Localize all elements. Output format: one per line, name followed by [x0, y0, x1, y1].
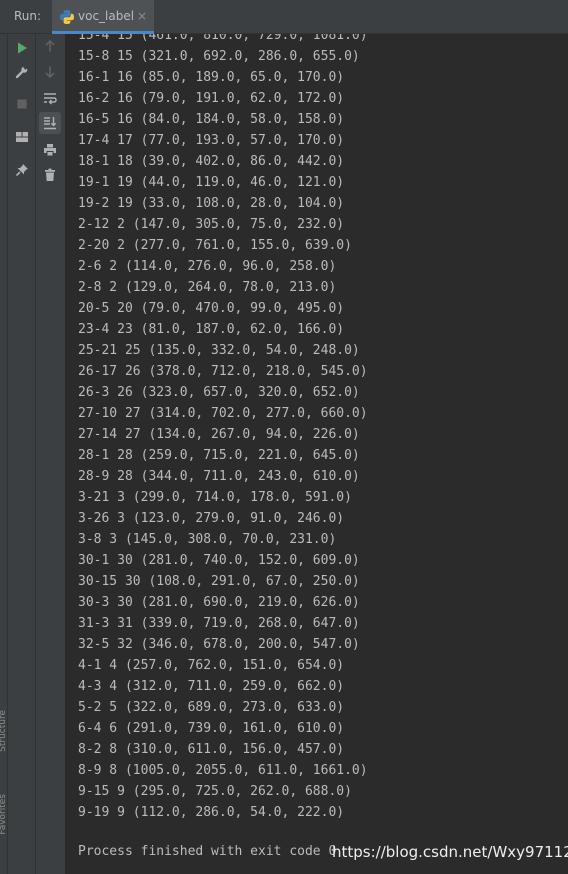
console-line: 2-20 2 (277.0, 761.0, 155.0, 639.0): [78, 238, 352, 253]
console-line: 27-14 27 (134.0, 267.0, 94.0, 226.0): [78, 427, 360, 442]
clear-all-button[interactable]: [39, 164, 61, 186]
console-line: 9-19 9 (112.0, 286.0, 54.0, 222.0): [78, 805, 345, 820]
soft-wrap-button[interactable]: [39, 87, 61, 109]
next-occurrence-button[interactable]: [39, 61, 61, 83]
edit-configuration-button[interactable]: [11, 61, 33, 83]
arrow-down-icon: [45, 66, 55, 79]
console-line: 15-8 15 (321.0, 692.0, 286.0, 655.0): [78, 49, 360, 64]
console-line: 4-1 4 (257.0, 762.0, 151.0, 654.0): [78, 658, 345, 673]
tab-title: voc_label: [78, 9, 135, 23]
tab-voc-label[interactable]: voc_label ×: [52, 0, 154, 34]
console-line: 30-3 30 (281.0, 690.0, 219.0, 626.0): [78, 595, 360, 610]
console-lines: 15-4 15 (461.0, 810.0, 729.0, 1081.0) 15-…: [78, 34, 368, 823]
run-label: Run:: [14, 9, 42, 23]
wrench-icon: [15, 65, 28, 79]
console-line: 28-9 28 (344.0, 711.0, 243.0, 610.0): [78, 469, 360, 484]
console-line: 8-9 8 (1005.0, 2055.0, 611.0, 1661.0): [78, 763, 368, 778]
favorites-tool-tab[interactable]: Favorites: [0, 794, 8, 835]
console-line: 3-21 3 (299.0, 714.0, 178.0, 591.0): [78, 490, 352, 505]
previous-occurrence-button[interactable]: [39, 35, 61, 57]
scroll-to-end-button[interactable]: [39, 112, 61, 134]
run-tool-window-header: Run: voc_label ×: [0, 0, 568, 34]
console-line: 3-26 3 (123.0, 279.0, 91.0, 246.0): [78, 511, 345, 526]
console-line: 30-1 30 (281.0, 740.0, 152.0, 609.0): [78, 553, 360, 568]
console-line: 27-10 27 (314.0, 702.0, 277.0, 660.0): [78, 406, 368, 421]
console-line: 15-4 15 (461.0, 810.0, 729.0, 1081.0): [78, 34, 368, 43]
console-line: 23-4 23 (81.0, 187.0, 62.0, 166.0): [78, 322, 345, 337]
console-line: 8-2 8 (310.0, 611.0, 156.0, 457.0): [78, 742, 345, 757]
console-line: 9-15 9 (295.0, 725.0, 262.0, 688.0): [78, 784, 352, 799]
console-line: 6-4 6 (291.0, 739.0, 161.0, 610.0): [78, 721, 345, 736]
stop-icon: [17, 99, 27, 109]
scroll-to-end-icon: [44, 117, 57, 130]
console-line: 32-5 32 (346.0, 678.0, 200.0, 547.0): [78, 637, 360, 652]
console-line: 3-8 3 (145.0, 308.0, 70.0, 231.0): [78, 532, 337, 547]
print-button[interactable]: [39, 139, 61, 161]
console-line: 20-5 20 (79.0, 470.0, 99.0, 495.0): [78, 301, 345, 316]
arrow-up-icon: [45, 39, 55, 52]
pin-icon: [15, 164, 28, 177]
console-line: 2-12 2 (147.0, 305.0, 75.0, 232.0): [78, 217, 345, 232]
side-tool-strip: Structure Favorites: [0, 34, 8, 874]
soft-wrap-icon: [44, 93, 57, 105]
trash-icon: [45, 168, 55, 181]
play-icon: [18, 42, 27, 54]
run-toolbar-secondary: [36, 34, 66, 874]
pin-tab-button[interactable]: [11, 159, 33, 181]
console-line: 16-5 16 (84.0, 184.0, 58.0, 158.0): [78, 112, 345, 127]
console-line: 5-2 5 (322.0, 689.0, 273.0, 633.0): [78, 700, 345, 715]
console-line: 19-2 19 (33.0, 108.0, 28.0, 104.0): [78, 196, 345, 211]
stop-button[interactable]: [11, 93, 33, 115]
python-icon: [59, 9, 75, 25]
run-toolbar-primary: [8, 34, 36, 874]
console-line: 16-2 16 (79.0, 191.0, 62.0, 172.0): [78, 91, 345, 106]
restore-layout-button[interactable]: [11, 126, 33, 148]
console-line: 25-21 25 (135.0, 332.0, 54.0, 248.0): [78, 343, 360, 358]
console-line: 4-3 4 (312.0, 711.0, 259.0, 662.0): [78, 679, 345, 694]
console-line: 19-1 19 (44.0, 119.0, 46.0, 121.0): [78, 175, 345, 190]
console-line: 31-3 31 (339.0, 719.0, 268.0, 647.0): [78, 616, 360, 631]
watermark: https://blog.csdn.net/Wxy971122: [332, 843, 568, 861]
console-line: 2-6 2 (114.0, 276.0, 96.0, 258.0): [78, 259, 337, 274]
layout-icon: [16, 132, 28, 142]
console-line: 2-8 2 (129.0, 264.0, 78.0, 213.0): [78, 280, 337, 295]
console-line: 17-4 17 (77.0, 193.0, 57.0, 170.0): [78, 133, 345, 148]
rerun-button[interactable]: [11, 37, 33, 59]
console-line: 18-1 18 (39.0, 402.0, 86.0, 442.0): [78, 154, 345, 169]
console-line: 30-15 30 (108.0, 291.0, 67.0, 250.0): [78, 574, 360, 589]
print-icon: [44, 144, 56, 157]
console-output[interactable]: 15-4 15 (461.0, 810.0, 729.0, 1081.0) 15-…: [66, 34, 568, 874]
process-finished-message: Process finished with exit code 0: [78, 844, 337, 859]
console-line: 26-17 26 (378.0, 712.0, 218.0, 545.0): [78, 364, 368, 379]
console-line: 28-1 28 (259.0, 715.0, 221.0, 645.0): [78, 448, 360, 463]
console-line: 16-1 16 (85.0, 189.0, 65.0, 170.0): [78, 70, 345, 85]
console-line: 26-3 26 (323.0, 657.0, 320.0, 652.0): [78, 385, 360, 400]
close-icon[interactable]: ×: [137, 9, 147, 23]
structure-tool-tab[interactable]: Structure: [0, 710, 8, 752]
